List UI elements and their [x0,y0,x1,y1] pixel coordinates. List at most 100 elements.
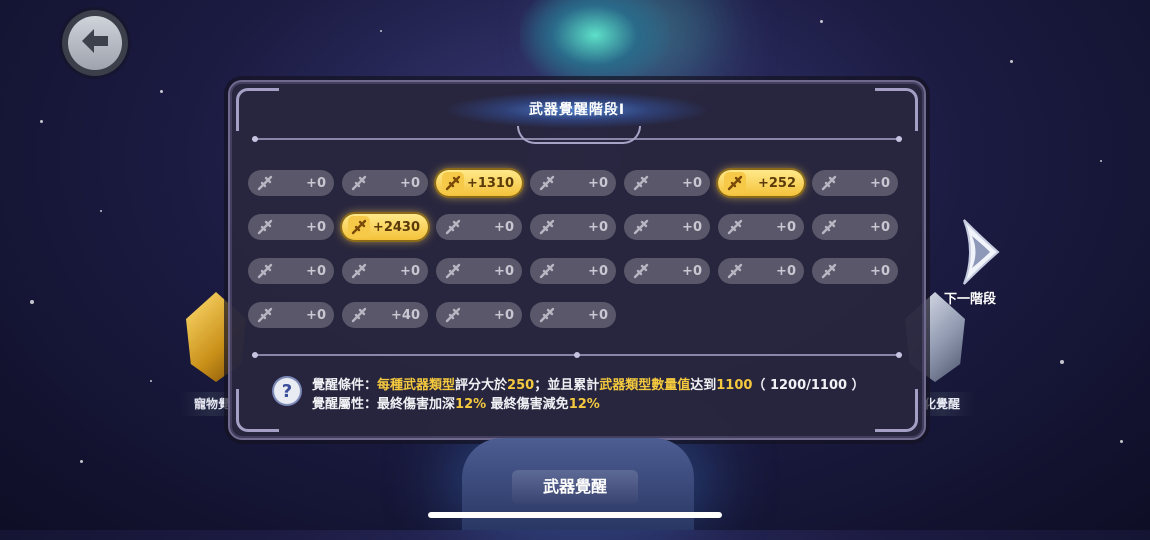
weapon-awaken-panel: 武器覺醒階段I +0 +0 +1310 +0 +0 +252 +0 +0 +2430 +0 +0 +0… [228,80,926,440]
weapon-score: +0 [588,263,608,279]
panel-title: 武器覺醒階段I [528,102,626,118]
crossbow-icon [536,260,558,282]
weapon-type-pill[interactable]: +2430 [342,214,428,240]
awaken-condition: 覺醒條件：每種武器類型評分大於250；並且累計武器類型數量值达到1100（ 12… [312,374,865,393]
weapon-awaken-tab[interactable]: 武器覺醒 [512,470,638,504]
bottom-divider [252,352,902,358]
back-button[interactable] [62,10,128,76]
weapon-type-pill[interactable]: +252 [718,170,804,196]
bow-icon [348,260,370,282]
weapon-type-pill[interactable]: +0 [248,258,334,284]
condition-text: 达到 [690,378,717,393]
weapon-type-pill[interactable]: +0 [624,170,710,196]
weapon-type-pill[interactable]: +0 [812,170,898,196]
weapon-type-pill[interactable]: +0 [248,170,334,196]
weapon-type-pill[interactable]: +0 [436,302,522,328]
sword-icon [254,172,276,194]
gatling-icon [536,304,558,326]
weapon-score: +0 [776,219,796,235]
weapon-type-pill[interactable]: +40 [342,302,428,328]
weapon-score: +0 [306,263,326,279]
weapon-type-pill[interactable]: +0 [342,170,428,196]
flail-icon [254,260,276,282]
weapon-type-pill[interactable]: +0 [436,258,522,284]
fist-icon [630,260,652,282]
spear-icon [818,216,840,238]
weapon-score: +0 [400,175,420,191]
weapon-score: +0 [494,307,514,323]
condition-highlight: 250 [507,378,535,393]
weapon-score: +0 [682,263,702,279]
dual-blades-icon [348,172,370,194]
weapon-score: +0 [494,263,514,279]
wand-icon [630,172,652,194]
corner-ornament [875,389,918,432]
next-stage-button[interactable] [952,218,1002,286]
rope-dart-icon [254,304,276,326]
weapon-score: +0 [494,219,514,235]
hammer-icon [536,172,558,194]
divider-flourish [517,126,641,144]
home-indicator[interactable] [428,512,722,518]
weapon-score: +0 [400,263,420,279]
weapon-type-pill[interactable]: +0 [436,214,522,240]
weapon-score: +0 [306,175,326,191]
weapon-type-pill[interactable]: +0 [530,214,616,240]
condition-highlight: 武器類型數量值 [599,378,691,393]
awaken-attribute: 覺醒屬性：最終傷害加深12% 最終傷害減免12% [312,393,600,412]
weapon-type-pill[interactable]: +0 [530,258,616,284]
weapon-score: +0 [588,219,608,235]
weapon-type-pill[interactable]: +0 [530,302,616,328]
weapon-type-pill[interactable]: +0 [342,258,428,284]
weapon-type-pill[interactable]: +1310 [436,170,522,196]
weapon-type-pill[interactable]: +0 [624,214,710,240]
weapon-type-pill[interactable]: +0 [248,302,334,328]
weapon-score: +2430 [372,219,420,235]
weapon-score: +0 [588,175,608,191]
condition-text: ；並且累計 [534,378,600,393]
greatsword-icon [254,216,276,238]
weapon-score: +0 [870,263,890,279]
shield-icon [348,216,370,238]
cannon-icon [536,216,558,238]
condition-highlight: 每種武器類型 [377,378,456,393]
rifle-icon [818,172,840,194]
weapon-score: +0 [870,175,890,191]
weapon-score: +0 [682,175,702,191]
condition-text: 評分大於 [455,378,508,393]
next-stage-label[interactable]: 下一階段 [944,288,996,307]
spellbook-icon [724,172,746,194]
attribute-highlight: 12% [568,397,600,412]
condition-progress: （ 1200/1100 ） [752,378,865,393]
help-icon[interactable]: ? [274,378,300,404]
twin-daggers-icon [442,304,464,326]
weapon-type-pill[interactable]: +0 [812,214,898,240]
weapon-relic-artwork [520,0,670,88]
weapon-type-pill[interactable]: +0 [812,258,898,284]
attribute-text: 最終傷害減免 [486,397,569,412]
attribute-text: 最終傷害加深 [377,397,456,412]
condition-highlight: 1100 [716,378,753,393]
condition-label: 覺醒條件： [312,378,378,393]
attribute-highlight: 12% [455,397,487,412]
weapon-score: +0 [306,219,326,235]
weapon-score: +0 [682,219,702,235]
shuriken-icon [348,304,370,326]
attribute-label: 覺醒屬性： [312,397,378,412]
scepter-icon [442,260,464,282]
weapon-type-pill[interactable]: +0 [718,258,804,284]
weapon-type-pill[interactable]: +0 [624,258,710,284]
gauntlet-icon [442,216,464,238]
weapon-score: +252 [757,175,796,191]
weapon-type-pill[interactable]: +0 [248,214,334,240]
dice-icon [724,216,746,238]
weapon-score: +1310 [466,175,514,191]
weapon-type-pill[interactable]: +0 [718,214,804,240]
dagger-icon [630,216,652,238]
back-arrow-icon [80,27,110,59]
weapon-type-grid: +0 +0 +1310 +0 +0 +252 +0 +0 +2430 +0 +0 +0 +0 +0 +0 +0… [248,170,908,330]
weapon-type-pill[interactable]: +0 [530,170,616,196]
orb-icon [724,260,746,282]
weapon-score: +40 [391,307,420,323]
weapon-score: +0 [870,219,890,235]
